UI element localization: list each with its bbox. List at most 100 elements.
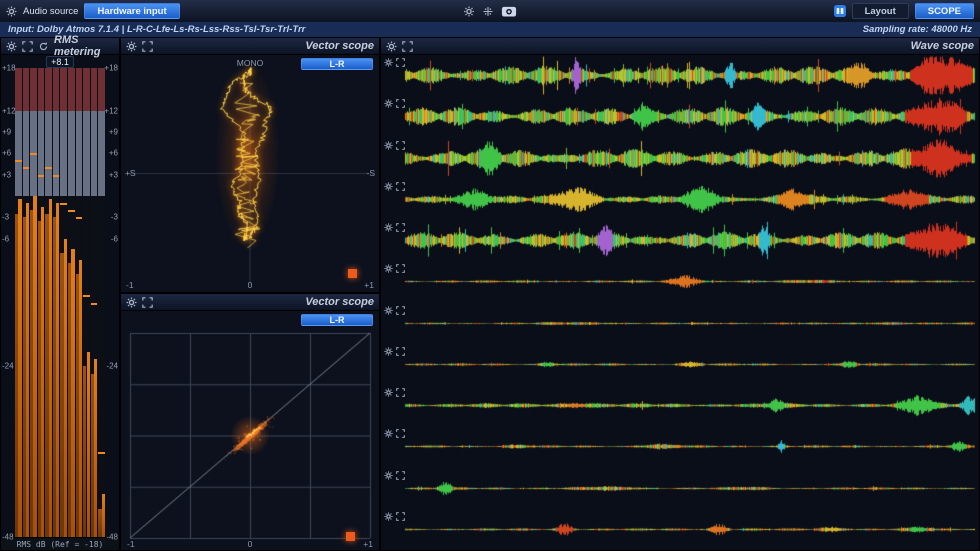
db-scale-label: +3: [2, 170, 16, 179]
vector-bottom-mode-button[interactable]: L-R: [301, 314, 373, 326]
wave-row-l: [381, 55, 979, 96]
wave-row-gear-icon[interactable]: [384, 306, 393, 315]
vector-top-mode-button[interactable]: L-R: [301, 58, 373, 70]
screenshot-camera-icon[interactable]: [502, 6, 517, 17]
wave-row-icons: [384, 182, 405, 191]
zone-gray: [91, 111, 98, 196]
rms-meter-area: +18+12+9+6+3-3-6-24-48 +18+12+9+6+3-3-6-…: [1, 68, 119, 537]
wave-row-expand-icon[interactable]: [396, 388, 405, 397]
peak-hold-tick: [45, 167, 52, 169]
db-scale-label: -6: [2, 234, 16, 243]
wave-row-r: [381, 96, 979, 137]
zone-gray: [98, 111, 105, 196]
settings-gear-icon[interactable]: [464, 6, 475, 17]
wave-row-icons: [384, 58, 405, 67]
waveform-canvas: [381, 179, 979, 220]
peak-hold-tick: [30, 153, 37, 155]
meter-channel-rs: [53, 68, 60, 537]
hardware-input-button[interactable]: Hardware input: [84, 3, 179, 19]
wave-row-expand-icon[interactable]: [396, 99, 405, 108]
wave-row-gear-icon[interactable]: [384, 99, 393, 108]
wave-row-gear-icon[interactable]: [384, 223, 393, 232]
clip-indicator[interactable]: [346, 532, 355, 541]
vector-top-gear-icon[interactable]: [126, 41, 137, 52]
wave-row-lfe: [381, 179, 979, 220]
peak-bar: [71, 249, 74, 537]
audio-source-gear-icon[interactable]: [6, 6, 17, 17]
scope-button[interactable]: SCOPE: [915, 3, 974, 19]
plus-s-label: +S: [125, 168, 136, 178]
waveform-canvas: [381, 220, 979, 261]
wave-row-expand-icon[interactable]: [396, 429, 405, 438]
db-scale-label: -3: [2, 213, 16, 222]
vector-top-expand-icon[interactable]: [142, 41, 153, 52]
meter-channel-tsl: [76, 68, 83, 537]
zone-gray: [60, 111, 67, 196]
snap-grid-icon[interactable]: [483, 6, 494, 17]
zone-red: [98, 68, 105, 111]
axis-label-zero: 0: [248, 539, 253, 549]
peak-bar: [102, 494, 105, 537]
wave-row-tsr: [381, 426, 979, 467]
wave-row-gear-icon[interactable]: [384, 512, 393, 521]
waveform-canvas: [381, 509, 979, 550]
wave-row-gear-icon[interactable]: [384, 141, 393, 150]
vector-bottom-expand-icon[interactable]: [142, 297, 153, 308]
wave-scope-panel: Wave scope: [380, 37, 980, 551]
vector-scope-panel-bottom: Vector scope L-R -1 0 +1: [120, 293, 380, 551]
wave-row-icons: [384, 264, 405, 273]
panel-layout-icon[interactable]: [834, 5, 846, 17]
wave-row-c: [381, 138, 979, 179]
wave-row-icons: [384, 141, 405, 150]
wave-row-icons: [384, 306, 405, 315]
wave-row-gear-icon[interactable]: [384, 182, 393, 191]
wave-row-gear-icon[interactable]: [384, 58, 393, 67]
rms-reset-icon[interactable]: [38, 41, 49, 52]
sampling-rate-text: Sampling rate: 48000 Hz: [863, 24, 972, 35]
axis-label-neg1: -1: [126, 280, 134, 290]
peak-hold-tick: [83, 295, 90, 297]
rms-expand-icon[interactable]: [22, 41, 33, 52]
rms-gear-icon[interactable]: [6, 41, 17, 52]
zone-red: [68, 68, 75, 111]
waveform-canvas: [381, 261, 979, 302]
peak-hold-tick: [53, 175, 60, 177]
zone-red: [53, 68, 60, 111]
wave-row-expand-icon[interactable]: [396, 58, 405, 67]
wave-row-expand-icon[interactable]: [396, 512, 405, 521]
wave-expand-icon[interactable]: [402, 41, 413, 52]
meter-channel-r: [23, 68, 30, 537]
wave-row-expand-icon[interactable]: [396, 471, 405, 480]
wave-row-expand-icon[interactable]: [396, 141, 405, 150]
wave-row-icons: [384, 512, 405, 521]
zone-gray: [68, 111, 75, 196]
peak-bar: [56, 203, 59, 537]
zone-gray: [15, 111, 22, 196]
peak-hold-tick: [98, 452, 105, 454]
meter-channel-trl: [91, 68, 98, 537]
rms-metering-panel: RMS metering +8.1 +18+12+9+6+3-3-6-24-48…: [0, 37, 120, 551]
wave-row-gear-icon[interactable]: [384, 471, 393, 480]
vector-bottom-gear-icon[interactable]: [126, 297, 137, 308]
peak-hold-tick: [68, 210, 75, 212]
vector-bottom-title: Vector scope: [305, 296, 374, 308]
wave-row-gear-icon[interactable]: [384, 347, 393, 356]
wave-row-gear-icon[interactable]: [384, 264, 393, 273]
clip-indicator[interactable]: [348, 269, 357, 278]
waveform-canvas: [381, 55, 979, 96]
waveform-canvas: [381, 303, 979, 344]
wave-row-expand-icon[interactable]: [396, 347, 405, 356]
wave-row-expand-icon[interactable]: [396, 264, 405, 273]
wave-row-rs: [381, 261, 979, 302]
layout-button[interactable]: Layout: [852, 3, 909, 19]
zone-gray: [38, 111, 45, 196]
wave-row-expand-icon[interactable]: [396, 182, 405, 191]
wave-row-expand-icon[interactable]: [396, 223, 405, 232]
wave-row-gear-icon[interactable]: [384, 429, 393, 438]
db-scale-label: +6: [2, 149, 16, 158]
meter-channel-lfe: [38, 68, 45, 537]
wave-gear-icon[interactable]: [386, 41, 397, 52]
peak-bar: [64, 239, 67, 537]
wave-row-gear-icon[interactable]: [384, 388, 393, 397]
wave-row-expand-icon[interactable]: [396, 306, 405, 315]
